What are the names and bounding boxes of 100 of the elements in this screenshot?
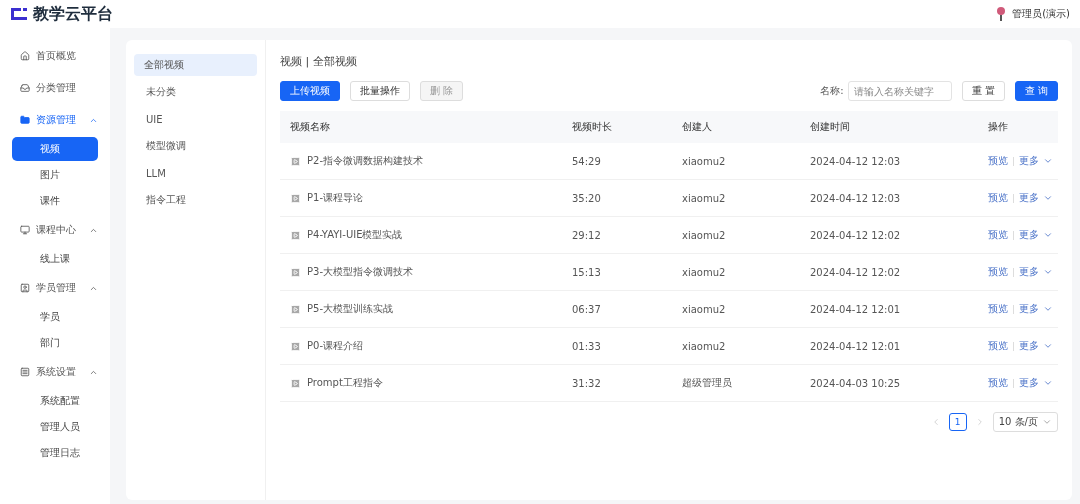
more-link[interactable]: 更多: [1019, 154, 1053, 168]
video-icon: [290, 303, 301, 315]
preview-link[interactable]: 预览: [988, 339, 1008, 353]
breadcrumb: 视频 | 全部视频: [280, 54, 358, 69]
reset-button[interactable]: 重 置: [961, 81, 1005, 101]
video-icon: [290, 266, 301, 278]
video-name: P2-指令微调数据构建技术: [307, 154, 423, 168]
tray-icon: [20, 83, 30, 93]
avatar-icon: [996, 6, 1007, 22]
category-item[interactable]: 指令工程: [134, 189, 257, 211]
duration-cell-text: 06:37: [572, 303, 602, 315]
preview-link[interactable]: 预览: [988, 376, 1008, 390]
created-time-cell-text: 2024-04-03 10:25: [810, 377, 902, 389]
search-field[interactable]: 请输入名称关键字: [847, 81, 952, 101]
creator-cell-text: xiaomu2: [682, 303, 727, 315]
duration-cell-text: 15:13: [572, 266, 602, 278]
chevron-down-icon: [1043, 156, 1053, 166]
page-button[interactable]: 1: [948, 413, 967, 431]
column-header: 视频时长: [572, 120, 613, 134]
sidebar-group[interactable]: 学员管理: [12, 272, 98, 304]
query-button[interactable]: 查 询: [1014, 81, 1058, 101]
user-icon: [20, 283, 30, 293]
sidebar-item[interactable]: 线上课: [12, 247, 98, 271]
chevron-down-icon: [1043, 267, 1053, 277]
toolbar-button[interactable]: 批量操作: [350, 81, 410, 101]
chevron-down-icon: [1043, 378, 1053, 388]
creator-cell-text: xiaomu2: [682, 192, 727, 204]
video-icon: [290, 377, 301, 389]
column-header: 创建时间: [810, 120, 851, 134]
logo-icon: [10, 7, 28, 21]
sidebar-group[interactable]: 分类管理: [12, 72, 98, 104]
created-time-cell-text: 2024-04-12 12:02: [810, 266, 902, 278]
toolbar-button[interactable]: 上传视频: [280, 81, 340, 101]
column-header: 创建人: [682, 120, 713, 134]
preview-link[interactable]: 预览: [988, 191, 1008, 205]
app-title: 教学云平台: [33, 3, 113, 25]
more-link[interactable]: 更多: [1019, 265, 1053, 279]
video-name: P1-课程导论: [307, 191, 363, 205]
chevron-down-icon: [1043, 341, 1053, 351]
video-name: P3-大模型指令微调技术: [307, 265, 413, 279]
column-header: 操作: [988, 120, 1009, 134]
folder-icon: [20, 115, 30, 125]
sidebar-group[interactable]: 资源管理: [12, 104, 98, 136]
more-link[interactable]: 更多: [1019, 228, 1053, 242]
preview-link[interactable]: 预览: [988, 154, 1008, 168]
search-label: 名称:: [820, 84, 844, 98]
sidebar-item[interactable]: 图片: [12, 163, 98, 187]
duration-cell-text: 29:12: [572, 229, 602, 241]
home-icon: [20, 51, 30, 61]
creator-cell-text: xiaomu2: [682, 266, 727, 278]
duration-cell-text: 35:20: [572, 192, 602, 204]
video-name: P0-课程介绍: [307, 339, 363, 353]
creator-cell-text: xiaomu2: [682, 229, 727, 241]
page-size-select[interactable]: 10 条/页: [992, 412, 1058, 432]
sidebar-item[interactable]: 管理人员: [12, 415, 98, 439]
preview-link[interactable]: 预览: [988, 302, 1008, 316]
category-item[interactable]: LLM: [134, 162, 257, 184]
sidebar-item[interactable]: 管理日志: [12, 441, 98, 465]
created-time-cell-text: 2024-04-12 12:01: [810, 340, 902, 352]
duration-cell-text: 54:29: [572, 155, 602, 167]
category-item[interactable]: UIE: [134, 108, 257, 130]
sidebar-group[interactable]: 首页概览: [12, 40, 98, 72]
list-icon: [20, 367, 30, 377]
video-icon: [290, 229, 301, 241]
sidebar-item[interactable]: 部门: [12, 331, 98, 355]
more-link[interactable]: 更多: [1019, 191, 1053, 205]
sidebar-item[interactable]: 系统配置: [12, 389, 98, 413]
user-name[interactable]: 管理员(演示): [1012, 7, 1070, 21]
preview-link[interactable]: 预览: [988, 265, 1008, 279]
video-name: P5-大模型训练实战: [307, 302, 393, 316]
chevron-down-icon: [1043, 304, 1053, 314]
sidebar-item[interactable]: 学员: [12, 305, 98, 329]
video-icon: [290, 155, 301, 167]
creator-cell-text: xiaomu2: [682, 155, 727, 167]
category-item[interactable]: 模型微调: [134, 135, 257, 157]
sidebar-group[interactable]: 课程中心: [12, 214, 98, 246]
video-name: P4-YAYI-UIE模型实战: [307, 228, 403, 242]
sidebar-group[interactable]: 系统设置: [12, 356, 98, 388]
duration-cell-text: 31:32: [572, 377, 602, 389]
sidebar-item[interactable]: 课件: [12, 189, 98, 213]
created-time-cell-text: 2024-04-12 12:03: [810, 192, 902, 204]
video-icon: [290, 192, 301, 204]
created-time-cell-text: 2024-04-12 12:01: [810, 303, 902, 315]
more-link[interactable]: 更多: [1019, 302, 1053, 316]
created-time-cell-text: 2024-04-12 12:02: [810, 229, 902, 241]
sidebar-item[interactable]: 视频: [12, 137, 98, 161]
monitor-icon: [20, 225, 30, 235]
column-header: 视频名称: [290, 120, 331, 134]
chevron-down-icon: [1042, 417, 1052, 427]
preview-link[interactable]: 预览: [988, 228, 1008, 242]
chevron-down-icon: [1043, 193, 1053, 203]
more-link[interactable]: 更多: [1019, 339, 1053, 353]
category-item[interactable]: 未分类: [134, 81, 257, 103]
creator-cell-text: 超级管理员: [682, 376, 733, 390]
chevron-down-icon: [1043, 230, 1053, 240]
created-time-cell-text: 2024-04-12 12:03: [810, 155, 902, 167]
more-link[interactable]: 更多: [1019, 376, 1053, 390]
video-icon: [290, 340, 301, 352]
duration-cell-text: 01:33: [572, 340, 602, 352]
category-item[interactable]: 全部视频: [134, 54, 257, 76]
